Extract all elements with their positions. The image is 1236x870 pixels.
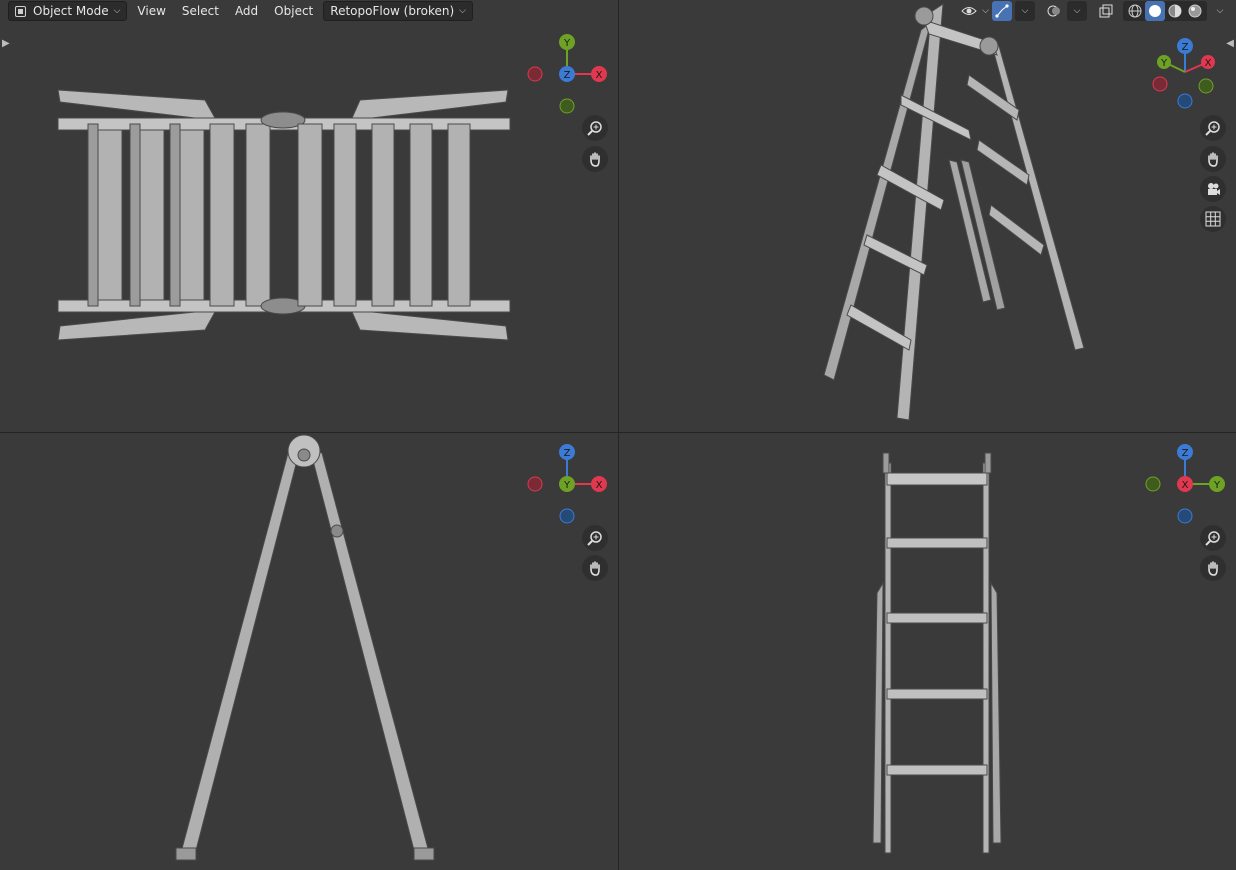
svg-text:Y: Y: [1160, 58, 1168, 69]
navigation-gizmo[interactable]: X Y Z: [522, 29, 612, 119]
hand-pan-icon[interactable]: [582, 146, 608, 172]
viewport-right-view[interactable]: Y Z X: [619, 433, 1236, 870]
svg-text:Z: Z: [564, 448, 571, 459]
zoom-icon[interactable]: [582, 115, 608, 141]
zoom-icon[interactable]: [1200, 525, 1226, 551]
navigation-gizmo[interactable]: X Z Y: [522, 439, 612, 529]
svg-text:X: X: [1205, 58, 1212, 69]
svg-text:Y: Y: [1213, 480, 1221, 491]
grid-icon[interactable]: [1200, 206, 1226, 232]
hand-pan-icon[interactable]: [1200, 555, 1226, 581]
svg-text:X: X: [1182, 480, 1189, 491]
viewport-front-view[interactable]: X Z Y: [0, 433, 618, 870]
hand-pan-icon[interactable]: [582, 555, 608, 581]
svg-text:Z: Z: [1182, 42, 1189, 53]
svg-text:X: X: [596, 480, 603, 491]
viewport-top-view[interactable]: Object Mode ⌵ View Select Add Object Ret…: [0, 0, 618, 432]
navigation-gizmo[interactable]: Y Z X: [1140, 439, 1230, 529]
navigation-gizmo[interactable]: Y X Z: [1140, 34, 1230, 124]
svg-text:Y: Y: [563, 480, 571, 491]
hand-pan-icon[interactable]: [1200, 146, 1226, 172]
zoom-icon[interactable]: [1200, 115, 1226, 141]
svg-text:Z: Z: [1182, 448, 1189, 459]
camera-icon[interactable]: [1200, 176, 1226, 202]
zoom-icon[interactable]: [582, 525, 608, 551]
svg-text:Z: Z: [564, 70, 571, 81]
viewport-perspective-view[interactable]: ⌵ ⌵ ⌵ ⌵ ◀ Y X Z: [619, 0, 1236, 432]
svg-text:Y: Y: [563, 38, 571, 49]
svg-text:X: X: [596, 70, 603, 81]
